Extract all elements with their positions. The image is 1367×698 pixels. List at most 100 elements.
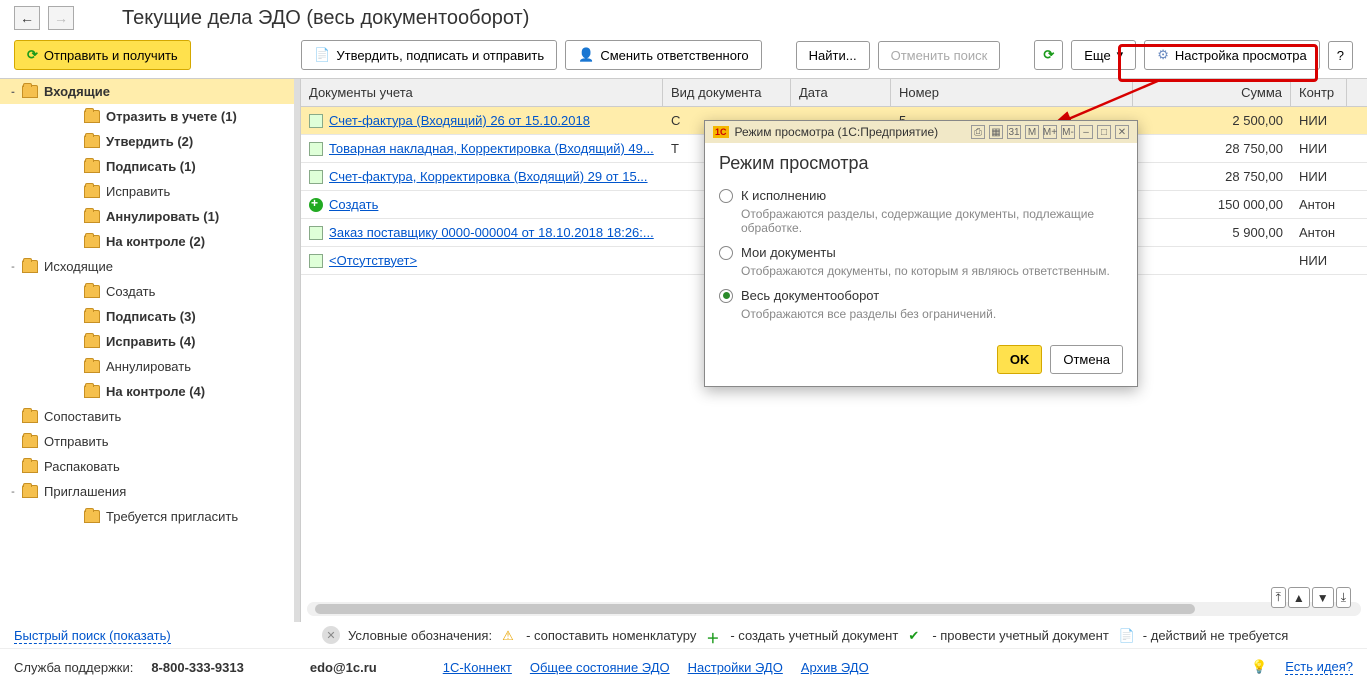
- help-button[interactable]: ?: [1328, 41, 1353, 70]
- maximize-icon[interactable]: □: [1097, 125, 1111, 139]
- grid-header: Документы учета Вид документа Дата Номер…: [301, 79, 1367, 107]
- cell-doc: Счет-фактура, Корректировка (Входящий) 2…: [301, 165, 663, 189]
- tree-item[interactable]: Исправить (4): [0, 329, 298, 354]
- tree-item[interactable]: Утвердить (2): [0, 129, 298, 154]
- opt3-desc: Отображаются все разделы без ограничений…: [719, 307, 1123, 327]
- doc-link[interactable]: Заказ поставщику 0000-000004 от 18.10.20…: [329, 225, 654, 240]
- tree-item[interactable]: Подписать (3): [0, 304, 298, 329]
- tree-toggle-icon[interactable]: -: [6, 86, 20, 98]
- m-minus-icon[interactable]: M-: [1061, 125, 1075, 139]
- cancel-button[interactable]: Отмена: [1050, 345, 1123, 374]
- cancel-search-button[interactable]: Отменить поиск: [878, 41, 1001, 70]
- tree-label: Отправить: [44, 434, 292, 449]
- dialog-heading: Режим просмотра: [705, 143, 1137, 180]
- refresh-button[interactable]: ⟳: [1034, 40, 1063, 70]
- approve-sign-send-button[interactable]: 📄Утвердить, подписать и отправить: [301, 40, 557, 70]
- link-edo-settings[interactable]: Настройки ЭДО: [688, 660, 783, 675]
- option-to-execute[interactable]: К исполнению: [719, 184, 1123, 207]
- doc-link[interactable]: Счет-фактура, Корректировка (Входящий) 2…: [329, 169, 648, 184]
- minimize-icon[interactable]: –: [1079, 125, 1093, 139]
- clear-icon[interactable]: ✕: [322, 626, 340, 644]
- scroll-thumb[interactable]: [315, 604, 1195, 614]
- tree-label: Создать: [106, 284, 292, 299]
- ok-button[interactable]: OK: [997, 345, 1043, 374]
- tree-item[interactable]: Отправить: [0, 429, 298, 454]
- quick-search-link[interactable]: Быстрый поиск (показать): [14, 628, 171, 644]
- option-my-docs[interactable]: Мои документы: [719, 241, 1123, 264]
- folder-icon: [84, 510, 100, 523]
- col-doc-type[interactable]: Вид документа: [663, 79, 791, 106]
- tree-item[interactable]: Подписать (1): [0, 154, 298, 179]
- grid-icon[interactable]: ▦: [989, 125, 1003, 139]
- link-edo-archive[interactable]: Архив ЭДО: [801, 660, 869, 675]
- doc-link[interactable]: Товарная накладная, Корректировка (Входя…: [329, 141, 654, 156]
- view-settings-button[interactable]: ⚙Настройка просмотра: [1144, 40, 1320, 70]
- folder-icon: [84, 385, 100, 398]
- nav-back[interactable]: ←: [14, 6, 40, 30]
- tree-item[interactable]: На контроле (4): [0, 379, 298, 404]
- doc-ok-icon: 📄: [1119, 628, 1133, 642]
- tree-label: Требуется пригласить: [106, 509, 292, 524]
- tree-item[interactable]: На контроле (2): [0, 229, 298, 254]
- grid-nav-first[interactable]: ⤒: [1271, 587, 1286, 608]
- tree-item[interactable]: Распаковать: [0, 454, 298, 479]
- dialog-title-bar[interactable]: 1C Режим просмотра (1С:Предприятие) ⎙ ▦ …: [705, 121, 1137, 143]
- doc-link[interactable]: Счет-фактура (Входящий) 26 от 15.10.2018: [329, 113, 590, 128]
- link-1c-connect[interactable]: 1С-Коннект: [443, 660, 512, 675]
- option-all-docs[interactable]: Весь документооборот: [719, 284, 1123, 307]
- tree-item[interactable]: Аннулировать: [0, 354, 298, 379]
- cell: НИИ: [1291, 137, 1347, 160]
- cell-doc: Счет-фактура (Входящий) 26 от 15.10.2018: [301, 109, 663, 133]
- tree-item[interactable]: Сопоставить: [0, 404, 298, 429]
- find-button[interactable]: Найти...: [796, 41, 870, 70]
- doc-link[interactable]: Создать: [329, 197, 378, 212]
- tree-item[interactable]: -Входящие: [0, 79, 298, 104]
- print-icon[interactable]: ⎙: [971, 125, 985, 139]
- col-documents[interactable]: Документы учета: [301, 79, 663, 106]
- folder-icon: [84, 185, 100, 198]
- tree-item[interactable]: - Приглашения: [0, 479, 298, 504]
- send-receive-button[interactable]: ⟳Отправить и получить: [14, 40, 191, 70]
- m-icon[interactable]: M: [1025, 125, 1039, 139]
- opt2-label: Мои документы: [741, 245, 836, 260]
- tree-item[interactable]: -Исходящие: [0, 254, 298, 279]
- tree-toggle-icon[interactable]: -: [6, 261, 20, 273]
- support-label: Служба поддержки:: [14, 660, 133, 675]
- link-edo-status[interactable]: Общее состояние ЭДО: [530, 660, 670, 675]
- col-number[interactable]: Номер: [891, 79, 1133, 106]
- tree-label: Приглашения: [44, 484, 292, 499]
- close-icon[interactable]: ✕: [1115, 125, 1129, 139]
- plus-icon: [309, 198, 323, 212]
- view-settings-label: Настройка просмотра: [1175, 48, 1307, 63]
- m-plus-icon[interactable]: M+: [1043, 125, 1057, 139]
- more-button[interactable]: Еще ▾: [1071, 40, 1136, 70]
- cell-doc: Товарная накладная, Корректировка (Входя…: [301, 137, 663, 161]
- idea-link[interactable]: Есть идея?: [1285, 659, 1353, 675]
- col-counterparty[interactable]: Контр: [1291, 79, 1347, 106]
- nav-fwd[interactable]: →: [48, 6, 74, 30]
- tree-label: На контроле (4): [106, 384, 292, 399]
- col-sum[interactable]: Сумма: [1133, 79, 1291, 106]
- tree-item[interactable]: Аннулировать (1): [0, 204, 298, 229]
- change-responsible-button[interactable]: 👤Сменить ответственного: [565, 40, 762, 70]
- tree-item[interactable]: Исправить: [0, 179, 298, 204]
- h-scrollbar[interactable]: [307, 602, 1361, 616]
- tree-item[interactable]: Создать: [0, 279, 298, 304]
- tree-label: Исправить (4): [106, 334, 292, 349]
- tree-panel[interactable]: -ВходящиеОтразить в учете (1)Утвердить (…: [0, 78, 300, 622]
- tree-item[interactable]: Отразить в учете (1): [0, 104, 298, 129]
- folder-icon: [84, 235, 100, 248]
- radio-icon-selected: [719, 289, 733, 303]
- cell: [1133, 257, 1291, 265]
- cell: 2 500,00: [1133, 109, 1291, 132]
- refresh-icon: ⟳: [27, 47, 38, 63]
- calendar-icon[interactable]: 31: [1007, 125, 1021, 139]
- doc-link[interactable]: <Отсутствует>: [329, 253, 417, 268]
- col-date[interactable]: Дата: [791, 79, 891, 106]
- grid-nav-last[interactable]: ⤓: [1336, 587, 1351, 608]
- grid-nav-down[interactable]: ▼: [1312, 587, 1334, 608]
- grid-nav-up[interactable]: ▲: [1288, 587, 1310, 608]
- tree-item[interactable]: Требуется пригласить: [0, 504, 298, 529]
- tree-toggle-icon[interactable]: -: [6, 486, 20, 498]
- cell: 28 750,00: [1133, 137, 1291, 160]
